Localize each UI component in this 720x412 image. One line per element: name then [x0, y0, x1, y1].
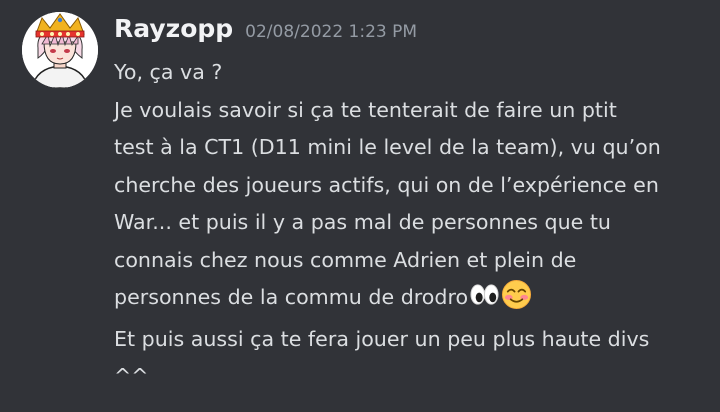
- message-paragraph: Et puis aussi ça te fera jouer un peu pl…: [114, 321, 710, 396]
- message-content: Yo, ça va ? Je voulais savoir si ça te t…: [114, 54, 710, 396]
- smiling-face-with-smiling-eyes-emoji-icon: [502, 279, 532, 310]
- message-text: Yo, ça va ? Je voulais savoir si ça te t…: [114, 60, 661, 309]
- message-header: Rayzopp 02/08/2022 1:23 PM: [114, 14, 417, 54]
- username[interactable]: Rayzopp: [114, 14, 233, 43]
- avatar[interactable]: [22, 12, 98, 88]
- message-paragraph: Yo, ça va ? Je voulais savoir si ça te t…: [114, 54, 710, 317]
- timestamp[interactable]: 02/08/2022 1:23 PM: [245, 22, 417, 42]
- message-text: Et puis aussi ça te fera jouer un peu pl…: [114, 326, 650, 389]
- avatar-image: [22, 12, 98, 88]
- chat-message: Rayzopp 02/08/2022 1:23 PM Yo, ça va ? J…: [0, 0, 720, 412]
- eyes-emoji-icon: [470, 284, 499, 305]
